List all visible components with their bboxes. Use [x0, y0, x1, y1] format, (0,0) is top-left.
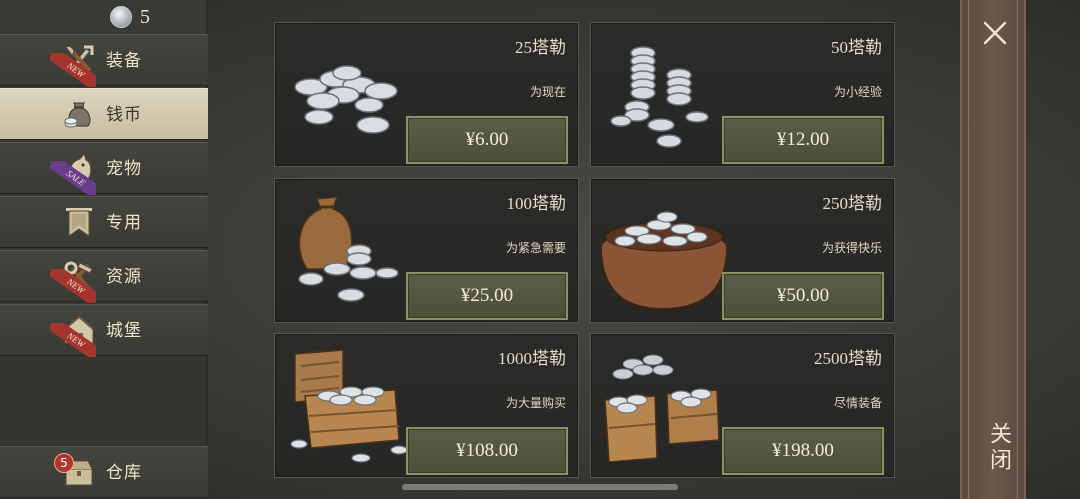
- coin-bag-icon: [62, 97, 96, 131]
- silver-coin-icon: [110, 6, 132, 28]
- product-description: 为紧急需要: [505, 241, 566, 255]
- sidebar-item-castle[interactable]: NEW 城堡: [0, 304, 208, 357]
- sale-ribbon: SALE: [50, 161, 96, 195]
- category-sidebar: 5 NEW 装备 钱币 SALE 宠物 专用 NEW 资源 NEW 城堡 5 仓…: [0, 0, 208, 499]
- product-card: 100塔勒 为紧急需要 ¥25.00: [274, 178, 579, 323]
- banner-icon: [62, 205, 96, 239]
- currency-display: 5: [110, 4, 150, 30]
- buy-button[interactable]: ¥6.00: [406, 116, 568, 164]
- product-description: 为获得快乐: [821, 241, 882, 255]
- currency-amount: 5: [140, 5, 150, 28]
- sidebar-item-pets[interactable]: SALE 宠物: [0, 142, 208, 195]
- sidebar-item-equipment[interactable]: NEW 装备: [0, 34, 208, 87]
- sidebar-item-label: 宠物: [106, 159, 142, 179]
- sidebar-item-label: 钱币: [106, 105, 142, 125]
- coin-amount: 250塔勒: [822, 194, 883, 213]
- new-ribbon: NEW: [50, 323, 96, 357]
- sidebar-item-label: 资源: [106, 267, 142, 287]
- buy-button[interactable]: ¥12.00: [722, 116, 884, 164]
- close-icon[interactable]: [982, 20, 1008, 46]
- coin-amount: 25塔勒: [515, 38, 566, 57]
- sidebar-item-label: 装备: [106, 51, 142, 71]
- sidebar-item-label: 专用: [106, 213, 142, 233]
- buy-button[interactable]: ¥25.00: [406, 272, 568, 320]
- sidebar-item-warehouse[interactable]: 5 仓库: [0, 446, 208, 498]
- product-description: 尽情装备: [833, 396, 882, 410]
- coin-amount: 100塔勒: [506, 194, 567, 213]
- product-card: 2500塔勒 尽情装备 ¥198.00: [590, 333, 895, 478]
- buy-button[interactable]: ¥198.00: [722, 427, 884, 475]
- coin-pile-art: [294, 65, 398, 134]
- sidebar-item-exclusive[interactable]: 专用: [0, 196, 208, 248]
- horizontal-scrollbar[interactable]: [402, 484, 678, 490]
- new-ribbon: NEW: [50, 269, 96, 303]
- coin-crates-art: [604, 354, 720, 463]
- close-button[interactable]: 关闭: [976, 422, 1014, 474]
- product-card: 50塔勒 为小经验 ¥12.00: [590, 22, 895, 167]
- coin-amount: 2500塔勒: [814, 349, 882, 368]
- coin-stacks-art: [610, 46, 709, 148]
- coin-cauldron-art: [599, 211, 729, 311]
- product-description: 为现在: [529, 85, 566, 99]
- sidebar-item-label: 城堡: [106, 321, 142, 341]
- product-description: 为小经验: [833, 85, 882, 99]
- sidebar-item-label: 仓库: [106, 463, 142, 483]
- sidebar-item-resources[interactable]: NEW 资源: [0, 250, 208, 303]
- buy-button[interactable]: ¥108.00: [406, 427, 568, 475]
- buy-button[interactable]: ¥50.00: [722, 272, 884, 320]
- close-panel: 关闭: [960, 0, 1026, 499]
- coin-sack-art: [298, 196, 399, 302]
- new-ribbon: NEW: [50, 53, 96, 87]
- product-card: 250塔勒 为获得快乐 ¥50.00: [590, 178, 895, 323]
- coin-chest-art: [290, 349, 408, 463]
- coin-amount: 50塔勒: [831, 38, 882, 57]
- product-card: 1000塔勒 为大量购买 ¥108.00: [274, 333, 579, 478]
- sidebar-item-coins[interactable]: 钱币: [0, 88, 208, 140]
- product-description: 为大量购买: [505, 396, 566, 410]
- notification-badge: 5: [54, 453, 74, 473]
- coin-amount: 1000塔勒: [498, 349, 566, 368]
- product-card: 25塔勒 为现在 ¥6.00: [274, 22, 579, 167]
